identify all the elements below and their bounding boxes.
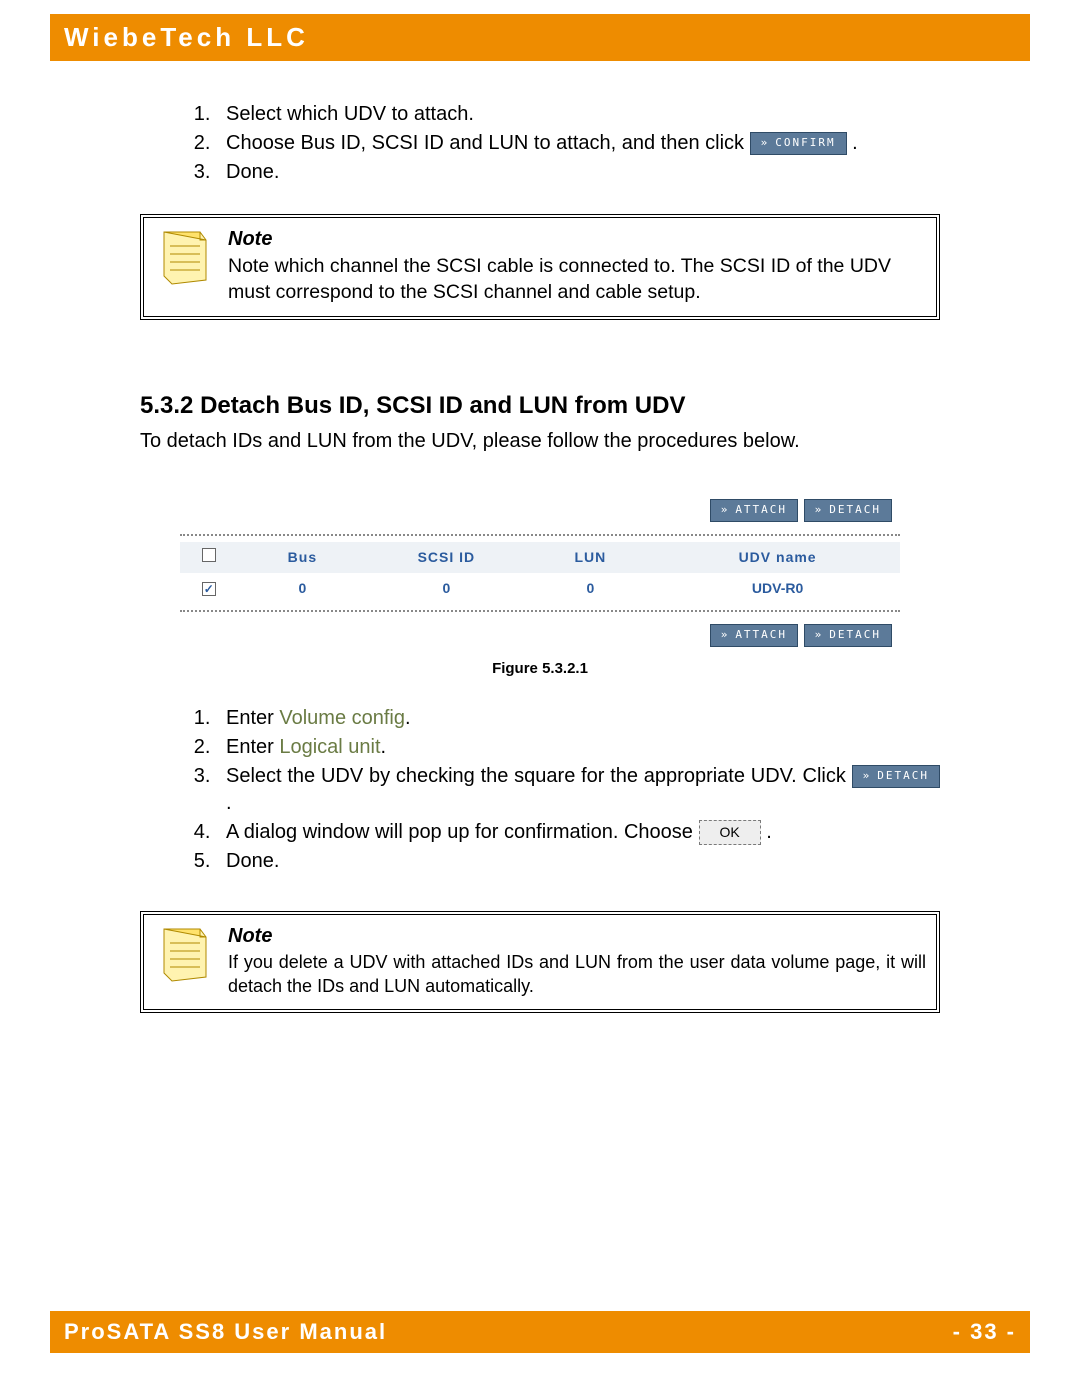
checkbox-icon xyxy=(202,548,216,562)
table-row: 0 0 0 UDV-R0 xyxy=(180,573,900,604)
note-text: If you delete a UDV with attached IDs an… xyxy=(228,950,926,999)
chevron-right-icon: » xyxy=(721,628,730,641)
step-text: Select the UDV by checking the square fo… xyxy=(226,765,846,787)
footer-title: ProSATA SS8 User Manual xyxy=(64,1319,387,1345)
detach-button[interactable]: » DETACH xyxy=(852,765,940,788)
step-item: Select which UDV to attach. xyxy=(216,101,940,128)
figure: » ATTACH » DETACH Bus SCSI ID LUN UDV name xyxy=(180,493,900,679)
step-item: Done. xyxy=(216,848,940,875)
logical-unit-link[interactable]: Logical unit xyxy=(279,736,380,758)
step-item: Enter Logical unit. xyxy=(216,734,940,761)
detach-button[interactable]: » DETACH xyxy=(804,499,892,522)
step-item: Enter Volume config. xyxy=(216,705,940,732)
detach-button[interactable]: » DETACH xyxy=(804,624,892,647)
section-title-text: Detach Bus ID, SCSI ID and LUN from UDV xyxy=(200,392,685,419)
table-header-row: Bus SCSI ID LUN UDV name xyxy=(180,542,900,573)
note-box: Note If you delete a UDV with attached I… xyxy=(140,911,940,1013)
note-icon xyxy=(154,923,220,995)
note-box: Note Note which channel the SCSI cable i… xyxy=(140,214,940,320)
chevron-right-icon: » xyxy=(721,503,730,516)
chevron-right-icon: » xyxy=(863,769,872,782)
row-checkbox[interactable] xyxy=(180,573,238,604)
step-text: Choose Bus ID, SCSI ID and LUN to attach… xyxy=(226,132,744,154)
attach-button-label: ATTACH xyxy=(735,503,787,516)
note-icon xyxy=(154,226,220,298)
attach-button[interactable]: » ATTACH xyxy=(710,624,798,647)
ok-button[interactable]: OK xyxy=(699,820,761,845)
detach-steps-list: Enter Volume config. Enter Logical unit.… xyxy=(140,705,940,875)
column-header: LUN xyxy=(526,542,656,573)
page-number: - 33 - xyxy=(953,1319,1016,1345)
attach-steps-list: Select which UDV to attach. Choose Bus I… xyxy=(140,101,940,186)
section-heading: 5.3.2 Detach Bus ID, SCSI ID and LUN fro… xyxy=(140,390,940,422)
confirm-button-label: CONFIRM xyxy=(775,136,835,149)
detach-button-label: DETACH xyxy=(877,769,929,782)
chevron-right-icon: » xyxy=(815,503,824,516)
page-header: WiebeTech LLC xyxy=(50,14,1030,61)
section-number: 5.3.2 xyxy=(140,392,193,419)
note-text: Note which channel the SCSI cable is con… xyxy=(228,253,926,306)
chevron-right-icon: » xyxy=(761,136,770,149)
step-item: Choose Bus ID, SCSI ID and LUN to attach… xyxy=(216,130,940,157)
divider xyxy=(180,610,900,612)
divider xyxy=(180,534,900,536)
step-item: Done. xyxy=(216,159,940,186)
section-paragraph: To detach IDs and LUN from the UDV, plea… xyxy=(140,428,940,455)
column-header: SCSI ID xyxy=(367,542,525,573)
volume-config-link[interactable]: Volume config xyxy=(279,707,405,729)
cell-bus: 0 xyxy=(238,573,368,604)
checkbox-header[interactable] xyxy=(180,542,238,573)
step-item: Select the UDV by checking the square fo… xyxy=(216,763,940,817)
column-header: Bus xyxy=(238,542,368,573)
step-item: A dialog window will pop up for confirma… xyxy=(216,819,940,846)
attach-button-label: ATTACH xyxy=(735,628,787,641)
detach-button-label: DETACH xyxy=(829,628,881,641)
step-text: A dialog window will pop up for confirma… xyxy=(226,821,693,843)
page-footer: ProSATA SS8 User Manual - 33 - xyxy=(50,1311,1030,1353)
cell-scsi: 0 xyxy=(367,573,525,604)
column-header: UDV name xyxy=(655,542,900,573)
udv-table: Bus SCSI ID LUN UDV name 0 0 0 UDV-R0 xyxy=(180,542,900,604)
step-text: Enter xyxy=(226,707,279,729)
note-title: Note xyxy=(228,923,926,950)
step-text: Enter xyxy=(226,736,279,758)
detach-button-label: DETACH xyxy=(829,503,881,516)
cell-udv-name: UDV-R0 xyxy=(655,573,900,604)
figure-caption: Figure 5.3.2.1 xyxy=(180,659,900,679)
attach-button[interactable]: » ATTACH xyxy=(710,499,798,522)
confirm-button[interactable]: » CONFIRM xyxy=(750,132,847,155)
chevron-right-icon: » xyxy=(815,628,824,641)
note-title: Note xyxy=(228,226,926,253)
checkbox-checked-icon xyxy=(202,582,216,596)
cell-lun: 0 xyxy=(526,573,656,604)
